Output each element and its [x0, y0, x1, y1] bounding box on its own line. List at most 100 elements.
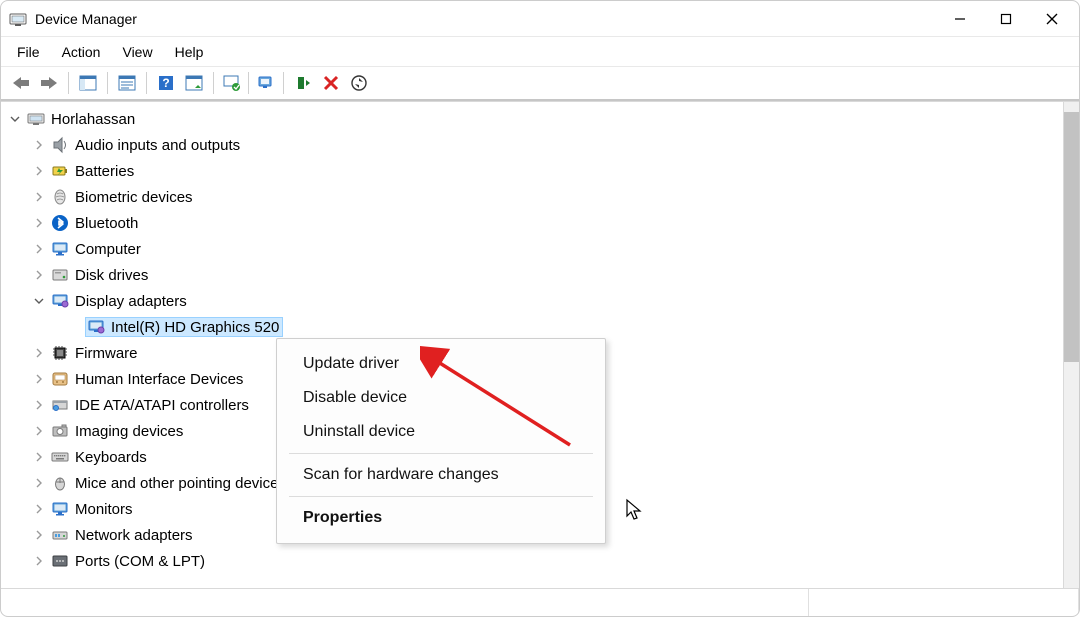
- chevron-right-icon[interactable]: [31, 163, 47, 179]
- toolbar-remove-x[interactable]: [317, 70, 345, 96]
- scrollbar-thumb[interactable]: [1064, 112, 1079, 362]
- context-menu-item[interactable]: Scan for hardware changes: [277, 458, 605, 492]
- toolbar-disable[interactable]: [252, 70, 280, 96]
- tree-node-label: Network adapters: [75, 527, 193, 544]
- tree-node-label: Keyboards: [75, 449, 147, 466]
- chevron-right-icon[interactable]: [31, 241, 47, 257]
- context-menu[interactable]: Update driverDisable deviceUninstall dev…: [276, 338, 606, 544]
- chevron-right-icon[interactable]: [31, 371, 47, 387]
- chevron-right-icon[interactable]: [31, 397, 47, 413]
- network-icon: [51, 526, 69, 544]
- window-title: Device Manager: [35, 11, 137, 27]
- tree-node-label: IDE ATA/ATAPI controllers: [75, 397, 249, 414]
- context-menu-item[interactable]: Uninstall device: [277, 415, 605, 449]
- tree-node[interactable]: Biometric devices: [7, 184, 1063, 210]
- mouse-icon: [51, 474, 69, 492]
- toolbar-enable-device[interactable]: [289, 70, 317, 96]
- toolbar-update-driver[interactable]: [180, 70, 208, 96]
- chevron-right-icon[interactable]: [31, 215, 47, 231]
- port-icon: [51, 552, 69, 570]
- tree-node-label: Bluetooth: [75, 215, 138, 232]
- toolbar-back[interactable]: [7, 70, 35, 96]
- tree-node[interactable]: Disk drives: [7, 262, 1063, 288]
- keyboard-icon: [51, 448, 69, 466]
- chip-icon: [51, 344, 69, 362]
- chevron-down-icon[interactable]: [7, 111, 23, 127]
- toolbar-scan[interactable]: [345, 70, 373, 96]
- toolbar-show-tree[interactable]: [74, 70, 102, 96]
- close-button[interactable]: [1029, 1, 1075, 37]
- tree-node[interactable]: Horlahassan: [7, 106, 1063, 132]
- tree-node-label: Ports (COM & LPT): [75, 553, 205, 570]
- statusbar-cell: [809, 589, 1079, 616]
- chevron-right-icon[interactable]: [31, 345, 47, 361]
- display-icon: [51, 292, 69, 310]
- tree-node-label: Imaging devices: [75, 423, 183, 440]
- toolbar-uninstall[interactable]: [217, 70, 245, 96]
- tree-node-label: Display adapters: [75, 293, 187, 310]
- chevron-right-icon[interactable]: [31, 501, 47, 517]
- menubar: File Action View Help: [1, 37, 1079, 67]
- chevron-right-icon[interactable]: [31, 475, 47, 491]
- tree-node[interactable]: Computer: [7, 236, 1063, 262]
- chevron-right-icon[interactable]: [31, 137, 47, 153]
- tree-node[interactable]: Batteries: [7, 158, 1063, 184]
- menu-action[interactable]: Action: [52, 40, 111, 64]
- tree-node[interactable]: Bluetooth: [7, 210, 1063, 236]
- battery-icon: [51, 162, 69, 180]
- monitor-icon: [51, 500, 69, 518]
- hid-icon: [51, 370, 69, 388]
- chevron-right-icon[interactable]: [31, 449, 47, 465]
- chevron-right-icon[interactable]: [31, 423, 47, 439]
- tree-node-label: Biometric devices: [75, 189, 193, 206]
- tree-node-label: Intel(R) HD Graphics 520: [111, 319, 279, 336]
- chevron-right-icon[interactable]: [31, 189, 47, 205]
- menu-file[interactable]: File: [7, 40, 50, 64]
- tree-node-label: Firmware: [75, 345, 138, 362]
- tree-node-label: Computer: [75, 241, 141, 258]
- tree-node-label: Audio inputs and outputs: [75, 137, 240, 154]
- computer-icon: [27, 110, 45, 128]
- toolbar-properties[interactable]: [113, 70, 141, 96]
- menu-view[interactable]: View: [112, 40, 162, 64]
- tree-node[interactable]: Audio inputs and outputs: [7, 132, 1063, 158]
- context-menu-item[interactable]: Properties: [277, 501, 605, 535]
- app-icon: [9, 10, 27, 28]
- chevron-down-icon[interactable]: [31, 293, 47, 309]
- fingerprint-icon: [51, 188, 69, 206]
- toolbar-help[interactable]: ?: [152, 70, 180, 96]
- tree-node-label: Monitors: [75, 501, 133, 518]
- chevron-right-icon[interactable]: [31, 553, 47, 569]
- monitor-icon: [51, 240, 69, 258]
- tree-node[interactable]: Intel(R) HD Graphics 520: [7, 314, 1063, 340]
- bluetooth-icon: [51, 214, 69, 232]
- ide-icon: [51, 396, 69, 414]
- tree-node-label: Human Interface Devices: [75, 371, 243, 388]
- chevron-right-icon[interactable]: [31, 267, 47, 283]
- tree-node-label: Mice and other pointing devices: [75, 475, 286, 492]
- tree-node[interactable]: Display adapters: [7, 288, 1063, 314]
- tree-node-label: Horlahassan: [51, 111, 135, 128]
- tree-node-label: Disk drives: [75, 267, 148, 284]
- context-menu-separator: [289, 496, 593, 497]
- context-menu-item[interactable]: Update driver: [277, 347, 605, 381]
- speaker-icon: [51, 136, 69, 154]
- context-menu-item[interactable]: Disable device: [277, 381, 605, 415]
- svg-text:?: ?: [162, 76, 169, 90]
- titlebar[interactable]: Device Manager: [1, 1, 1079, 37]
- menu-help[interactable]: Help: [165, 40, 214, 64]
- minimize-button[interactable]: [937, 1, 983, 37]
- scrollbar[interactable]: [1063, 102, 1079, 588]
- chevron-right-icon[interactable]: [31, 527, 47, 543]
- toolbar: ?: [1, 67, 1079, 101]
- statusbar: [1, 588, 1079, 616]
- display-icon: [87, 318, 105, 336]
- statusbar-cell: [1, 589, 809, 616]
- toolbar-forward[interactable]: [35, 70, 63, 96]
- tree-node-label: Batteries: [75, 163, 134, 180]
- disk-icon: [51, 266, 69, 284]
- context-menu-separator: [289, 453, 593, 454]
- maximize-button[interactable]: [983, 1, 1029, 37]
- tree-node[interactable]: Ports (COM & LPT): [7, 548, 1063, 574]
- camera-icon: [51, 422, 69, 440]
